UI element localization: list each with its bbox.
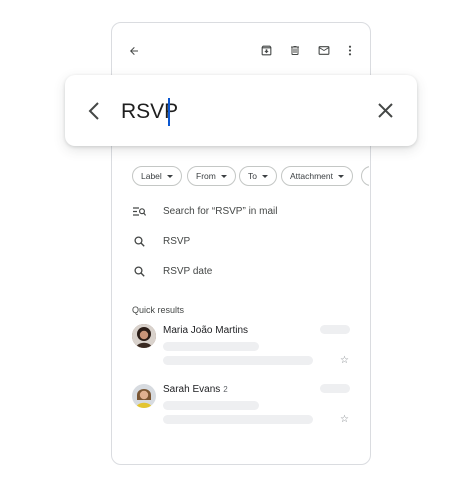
subject-placeholder [163,342,259,351]
chip-from[interactable]: From [187,166,236,186]
search-icon [134,266,145,277]
chip-label-text: Label [141,171,162,181]
chevron-down-icon [261,175,268,179]
quick-results-heading: Quick results [132,305,185,315]
text-cursor [168,98,170,126]
chevron-down-icon [220,175,227,179]
search-bar[interactable] [65,75,417,146]
trash-icon[interactable] [289,44,301,57]
chevron-left-icon[interactable] [87,101,101,121]
suggestion-rsvp[interactable]: RSVP [163,236,190,247]
mail-icon[interactable] [317,44,331,57]
sender-name: Maria João Martins [163,325,249,336]
chip-to[interactable]: To [239,166,277,186]
snippet-placeholder [163,415,313,424]
star-icon[interactable]: ☆ [340,414,349,425]
close-icon[interactable] [377,102,394,119]
chip-to-text: To [248,171,257,181]
chip-attachment[interactable]: Attachment [281,166,353,186]
chip-attachment-text: Attachment [290,171,333,181]
star-icon[interactable]: ☆ [340,355,349,366]
timestamp-placeholder [320,384,350,393]
chip-overflow[interactable] [361,166,369,186]
filter-chips: Label From To Attachment [111,160,369,192]
search-icon [134,236,145,247]
back-arrow-icon[interactable] [128,45,140,57]
timestamp-placeholder [320,325,350,334]
thread-count: 2 [223,385,228,394]
result-sender[interactable]: Sarah Evans 2 [163,384,228,395]
sender-name: Sarah Evans [163,384,221,395]
archive-icon[interactable] [260,44,273,57]
more-vert-icon[interactable] [345,44,355,57]
chip-label[interactable]: Label [132,166,182,186]
suggestion-rsvp-date[interactable]: RSVP date [163,266,212,277]
avatar [132,384,156,408]
suggestion-search-mail[interactable]: Search for “RSVP” in mail [163,206,277,217]
avatar [132,324,156,348]
result-sender[interactable]: Maria João Martins [163,325,248,336]
chevron-down-icon [338,175,344,179]
subject-placeholder [163,401,259,410]
chevron-down-icon [166,175,173,179]
search-in-mail-icon [133,207,146,217]
chip-from-text: From [196,171,216,181]
snippet-placeholder [163,356,313,365]
